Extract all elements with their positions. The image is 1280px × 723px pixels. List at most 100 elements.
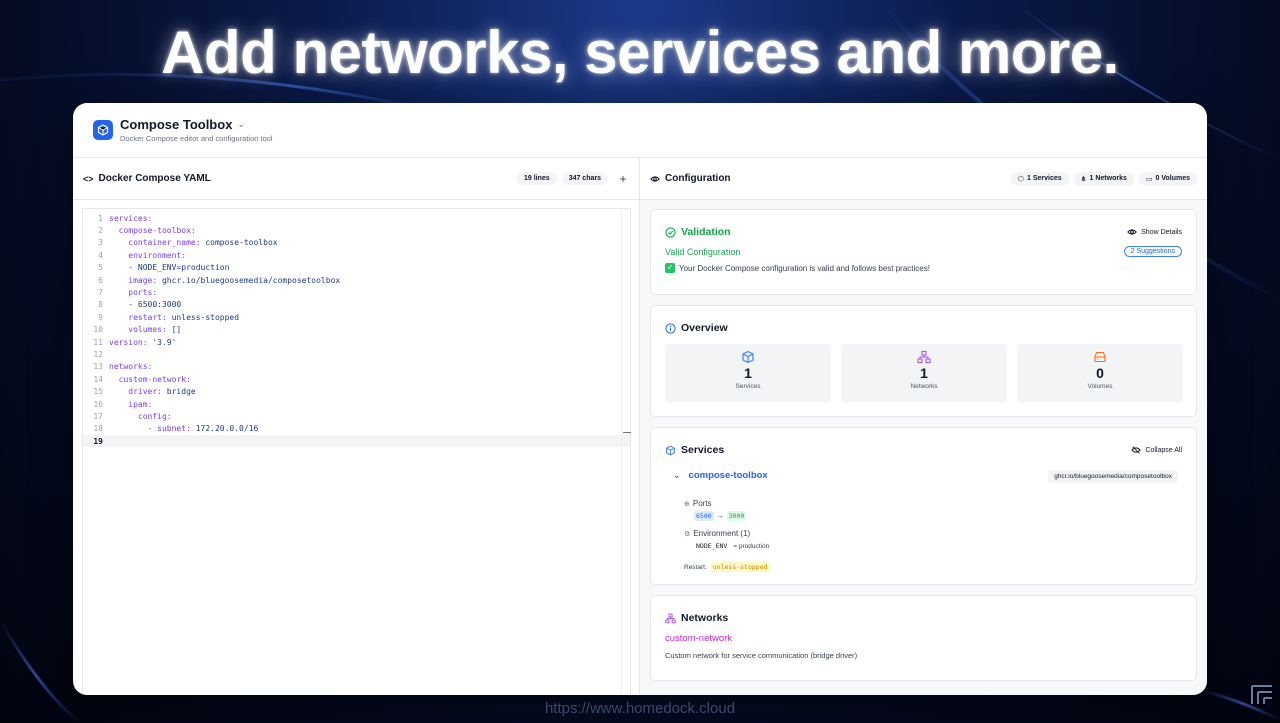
app-title: Compose Toolbox xyxy=(120,117,233,132)
code-text: - 6500:3000 xyxy=(109,300,181,309)
collapse-all-button[interactable]: Collapse All xyxy=(1131,445,1182,455)
network-description: Custom network for service communication… xyxy=(665,651,858,660)
suggestions-badge[interactable]: 2 Suggestions xyxy=(1123,246,1182,257)
services-count-chip: ⬡ 1 Services xyxy=(1010,171,1069,186)
yaml-key: ipam: xyxy=(128,399,153,409)
editor-toolbar: <> Docker Compose YAML 19 lines 347 char… xyxy=(73,158,639,200)
code-icon: <> xyxy=(83,173,94,184)
validation-card: Validation Show Details Valid Configurat… xyxy=(650,209,1197,295)
network-name[interactable]: custom-network xyxy=(665,633,732,644)
app-header: Compose Toolbox ⌄ Docker Compose editor … xyxy=(73,103,1207,158)
code-text: - subnet: 172.20.0.0/16 xyxy=(109,424,259,434)
code-text: custom-network: xyxy=(109,375,191,384)
code-text: services: xyxy=(109,214,152,223)
code-text: ipam: xyxy=(109,400,152,409)
yaml-key: - subnet: xyxy=(147,424,191,434)
code-line[interactable]: 17 config: xyxy=(83,410,630,422)
line-number: 1 xyxy=(98,213,103,223)
configuration-title: Configuration xyxy=(665,173,731,184)
service-ports: ⊕ Ports 6500 → 3000 xyxy=(684,499,747,521)
code-text: restart: unless-stopped xyxy=(109,313,239,322)
yaml-value: 172.20.0.0/16 xyxy=(190,424,259,434)
overview-title: Overview xyxy=(681,322,728,334)
yaml-value: compose-toolbox xyxy=(200,238,278,248)
volumes-stat: 0 Volumes xyxy=(1017,344,1183,402)
editor-pane: <> Docker Compose YAML 19 lines 347 char… xyxy=(73,158,640,695)
yaml-key: networks: xyxy=(109,362,153,372)
code-line[interactable]: 10 volumes: [] xyxy=(83,324,630,336)
host-port: 6500 xyxy=(694,511,714,521)
cube-icon xyxy=(742,350,754,364)
validation-message: ✓ Your Docker Compose configuration is v… xyxy=(665,263,930,273)
line-number: 18 xyxy=(93,424,103,434)
code-text: environment: xyxy=(109,251,186,260)
yaml-value: [] xyxy=(166,325,182,335)
editor-scrollbar[interactable] xyxy=(621,209,630,695)
yaml-key: image: xyxy=(128,275,158,285)
code-line[interactable]: 14 custom-network: xyxy=(83,373,630,385)
line-number: 6 xyxy=(98,275,103,285)
yaml-code-editor[interactable]: 1 services: 2 compose-toolbox: 3 container_… xyxy=(82,208,631,695)
code-line[interactable]: 1 services: xyxy=(83,212,630,224)
footer-url[interactable]: https://www.homedock.cloud xyxy=(0,700,1280,717)
chars-count-chip: 347 chars xyxy=(561,172,608,185)
line-number: 11 xyxy=(93,337,103,347)
code-text: volumes: [] xyxy=(109,325,181,334)
code-line[interactable]: 18 - subnet: 172.20.0.0/16 xyxy=(83,423,630,435)
code-line[interactable]: 4 environment: xyxy=(83,249,630,261)
code-text: driver: bridge xyxy=(109,387,195,396)
eye-icon xyxy=(650,175,660,182)
code-line[interactable]: 19 xyxy=(83,435,630,448)
yaml-key: services: xyxy=(109,213,153,223)
code-line[interactable]: 2 compose-toolbox: xyxy=(83,224,630,236)
yaml-key: custom-network: xyxy=(118,374,191,384)
code-line[interactable]: 3 container_name: compose-toolbox xyxy=(83,237,630,249)
code-text: config: xyxy=(109,412,172,421)
arrow-right-icon: → xyxy=(716,512,724,520)
show-details-button[interactable]: Show Details xyxy=(1127,227,1182,237)
line-number: 3 xyxy=(98,238,103,248)
service-environment: ⚙ Environment (1) NODE_ENV = production xyxy=(684,529,770,550)
yaml-key: version: xyxy=(109,337,148,347)
code-line[interactable]: 11 version: '3.9' xyxy=(83,336,630,348)
line-number: 7 xyxy=(98,288,103,298)
env-value: = production xyxy=(733,542,770,550)
code-line[interactable]: 8 - 6500:3000 xyxy=(83,299,630,311)
drive-icon xyxy=(1094,351,1106,363)
cursor-line-marker xyxy=(623,432,631,433)
code-text: ports: xyxy=(109,288,157,297)
app-window: Compose Toolbox ⌄ Docker Compose editor … xyxy=(73,103,1207,695)
add-button[interactable]: + xyxy=(617,172,629,186)
yaml-key: environment: xyxy=(128,250,187,260)
code-line[interactable]: 9 restart: unless-stopped xyxy=(83,311,630,323)
code-text: container_name: compose-toolbox xyxy=(109,238,278,248)
code-line[interactable]: 5 - NODE_ENV=production xyxy=(83,262,630,274)
app-logo-icon xyxy=(93,120,113,140)
code-line[interactable]: 6 image: ghcr.io/bluegoosemedia/composet… xyxy=(83,274,630,286)
service-name[interactable]: compose-toolbox xyxy=(689,470,768,481)
chevron-down-icon: ⌄ xyxy=(673,470,681,480)
code-line[interactable]: 16 ipam: xyxy=(83,398,630,410)
code-line[interactable]: 15 driver: bridge xyxy=(83,385,630,397)
code-line[interactable]: 13 networks: xyxy=(83,361,630,373)
app-title-dropdown[interactable]: Compose Toolbox ⌄ xyxy=(120,117,273,132)
services-title: Services xyxy=(681,444,725,456)
check-circle-icon xyxy=(665,226,676,238)
code-text: compose-toolbox: xyxy=(109,226,196,235)
network-icon xyxy=(665,613,676,623)
configuration-toolbar: Configuration ⬡ 1 Services ⋔ 1 Networks … xyxy=(640,158,1207,200)
editor-title: Docker Compose YAML xyxy=(98,173,211,184)
hero-title: Add networks, services and more. xyxy=(161,19,1119,86)
yaml-key: config: xyxy=(137,411,172,421)
code-text: image: ghcr.io/bluegoosemedia/composetoo… xyxy=(109,276,340,285)
app-subtitle: Docker Compose editor and configuration … xyxy=(120,134,273,143)
line-number: 15 xyxy=(93,387,103,397)
code-line[interactable]: 7 ports: xyxy=(83,286,630,298)
validation-status: Valid Configuration xyxy=(665,246,741,257)
networks-count-chip: ⋔ 1 Networks xyxy=(1073,171,1134,186)
code-line[interactable]: 12 xyxy=(83,348,630,360)
overview-card: Overview 1 Services 1 Networks 0 Volumes xyxy=(650,305,1197,417)
yaml-key: restart: xyxy=(128,312,167,322)
line-number: 12 xyxy=(93,349,103,359)
networks-title: Networks xyxy=(681,612,729,624)
